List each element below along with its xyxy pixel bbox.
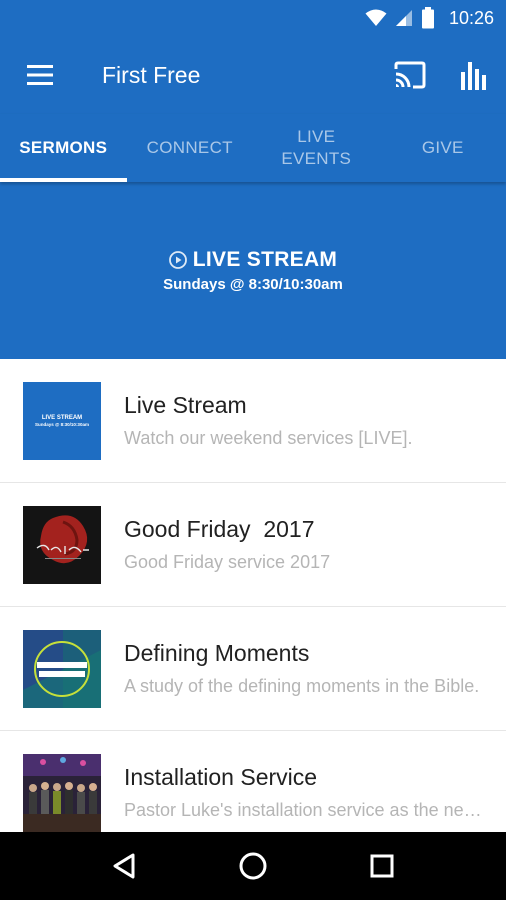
home-button[interactable] [223,836,283,896]
tab-sermons[interactable]: SERMONS [0,114,127,182]
item-title: Live Stream [124,392,247,418]
list-item[interactable]: Installation Service Pastor Luke's insta… [0,731,506,832]
home-circle-icon [239,852,267,880]
back-button[interactable] [94,836,154,896]
banner-subtitle: Sundays @ 8:30/10:30am [163,276,343,293]
clock: 10:26 [448,7,494,28]
item-subtitle: Watch our weekend services [LIVE]. [124,428,413,448]
list-item[interactable]: LIVE STREAM Sundays @ 8:30/10:30am Live … [0,359,506,483]
thumbnail [23,629,101,708]
cast-button[interactable] [378,36,442,114]
tab-give[interactable]: GIVE [380,114,506,182]
hamburger-menu-icon [27,65,53,85]
tab-connect[interactable]: CONNECT [127,114,254,182]
tab-live-events[interactable]: LIVE EVENTS [253,114,380,182]
item-title: Installation Service [124,764,318,790]
tab-bar: SERMONS CONNECT LIVE EVENTS GIVE [0,114,506,182]
item-subtitle: Good Friday service 2017 [124,552,331,572]
item-title: Good Friday 2017 [124,516,315,542]
item-subtitle: Pastor Luke's installation service as th… [124,800,486,820]
thumbnail-subtitle: Sundays @ 8:30/10:30am [35,421,89,427]
wifi-icon [365,9,387,27]
cast-icon [394,61,426,89]
defining-moments-artwork [23,629,101,708]
thumbnail [23,505,101,584]
recents-square-icon [370,854,394,878]
good-friday-artwork [23,505,101,584]
thumbnail-title: LIVE STREAM [41,414,83,421]
back-triangle-icon [113,853,135,879]
sermon-list: LIVE STREAM Sundays @ 8:30/10:30am Live … [0,359,506,832]
list-item[interactable]: Defining Moments A study of the defining… [0,607,506,731]
system-nav-bar [0,832,506,900]
thumbnail [23,753,101,832]
battery-icon [421,7,435,29]
installation-photo [23,753,101,832]
list-item[interactable]: Good Friday 2017 Good Friday service 201… [0,483,506,607]
status-bar: 10:26 [0,0,506,36]
recents-button[interactable] [352,836,412,896]
app-bar: First Free [0,36,506,114]
menu-button[interactable] [0,36,80,114]
item-title: Defining Moments [124,640,310,666]
cell-signal-icon [395,9,413,27]
stats-button[interactable] [442,36,506,114]
bar-chart-icon [461,62,486,90]
live-stream-banner[interactable]: LIVE STREAM Sundays @ 8:30/10:30am [0,182,506,359]
play-circle-icon [168,251,187,269]
item-subtitle: A study of the defining moments in the B… [124,676,480,696]
thumbnail: LIVE STREAM Sundays @ 8:30/10:30am [23,381,101,460]
app-title: First Free [102,61,201,88]
banner-title: LIVE STREAM [192,248,338,271]
